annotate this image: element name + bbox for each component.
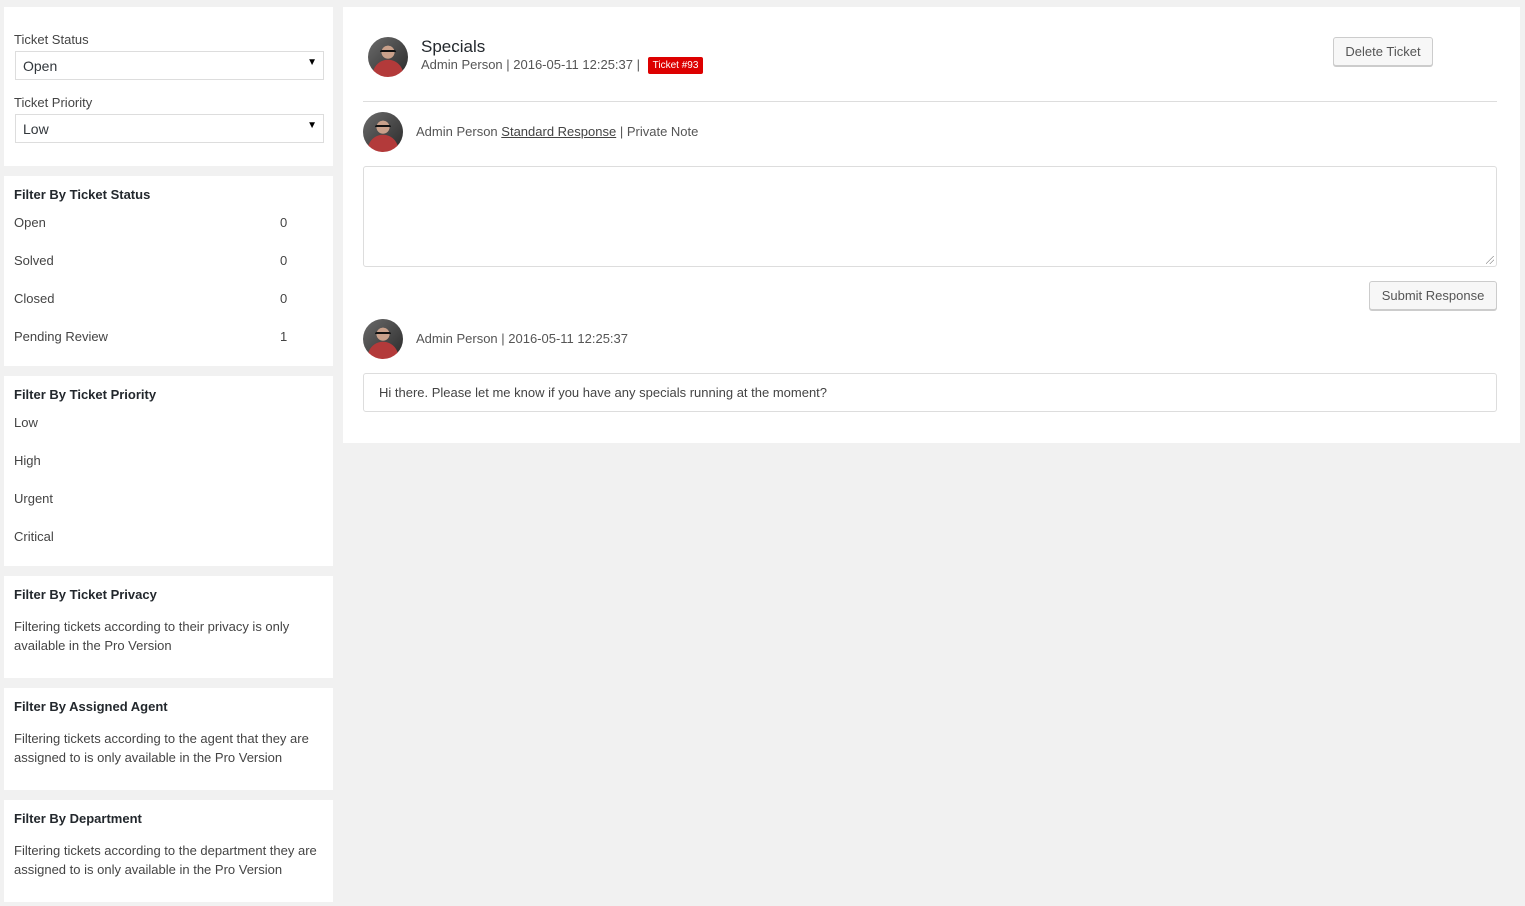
filter-status-item-open[interactable]: Open 0: [14, 215, 314, 230]
message-meta: Admin Person | 2016-05-11 12:25:37: [416, 331, 628, 346]
filter-priority-item-low[interactable]: Low: [14, 415, 314, 430]
ticket-priority-select[interactable]: Low ▼: [15, 114, 324, 143]
filter-status-count: 0: [280, 253, 288, 268]
separator: |: [619, 124, 624, 139]
filter-privacy-panel: Filter By Ticket Privacy Filtering ticke…: [4, 576, 333, 678]
filter-status-title: Filter By Ticket Status: [14, 187, 151, 202]
triangle-down-icon: ▼: [307, 120, 317, 131]
filter-status-count: 0: [280, 291, 288, 306]
ticket-status-select[interactable]: Open ▼: [15, 51, 324, 80]
message-body: Hi there. Please let me know if you have…: [363, 373, 1497, 412]
filter-department-title: Filter By Department: [14, 811, 142, 826]
response-author: Admin Person: [416, 124, 498, 139]
filter-status-label: Closed: [14, 291, 55, 306]
delete-ticket-button[interactable]: Delete Ticket: [1333, 37, 1433, 66]
filter-agent-panel: Filter By Assigned Agent Filtering ticke…: [4, 688, 333, 790]
resize-grip-icon[interactable]: [1486, 256, 1494, 264]
response-header: Admin Person Standard Response | Private…: [416, 124, 698, 139]
ticket-meta-text: Admin Person | 2016-05-11 12:25:37 |: [421, 57, 640, 72]
filter-status-label: Solved: [14, 253, 54, 268]
filter-status-count: 1: [280, 329, 288, 344]
filter-status-label: Open: [14, 215, 46, 230]
ticket-priority-label: Ticket Priority: [14, 95, 93, 110]
avatar: [363, 112, 403, 152]
filter-status-item-solved[interactable]: Solved 0: [14, 253, 314, 268]
ticket-meta: Admin Person | 2016-05-11 12:25:37 | Tic…: [421, 57, 704, 74]
ticket-priority-value: Low: [23, 121, 49, 137]
filter-agent-title: Filter By Assigned Agent: [14, 699, 168, 714]
filter-priority-item-urgent[interactable]: Urgent: [14, 491, 314, 506]
ticket-detail-panel: Specials Admin Person | 2016-05-11 12:25…: [343, 7, 1520, 443]
filter-status-label: Pending Review: [14, 329, 108, 344]
avatar: [368, 37, 408, 77]
ticket-status-value: Open: [23, 58, 58, 74]
ticket-number-badge: Ticket #93: [647, 57, 704, 74]
avatar: [363, 319, 403, 359]
ticket-title: Specials: [421, 37, 486, 56]
filter-priority-title: Filter By Ticket Priority: [14, 387, 157, 402]
filter-department-panel: Filter By Department Filtering tickets a…: [4, 800, 333, 902]
filter-status-count: 0: [280, 215, 288, 230]
filter-department-note: Filtering tickets according to the depar…: [14, 843, 317, 877]
filter-privacy-note: Filtering tickets according to their pri…: [14, 619, 290, 653]
filter-agent-note: Filtering tickets according to the agent…: [14, 731, 309, 765]
private-note-link[interactable]: Private Note: [627, 124, 699, 139]
filter-status-panel: Filter By Ticket Status Open 0 Solved 0 …: [4, 176, 333, 366]
filter-priority-item-critical[interactable]: Critical: [14, 529, 314, 544]
filter-priority-panel: Filter By Ticket Priority Low High Urgen…: [4, 376, 333, 566]
filter-status-item-closed[interactable]: Closed 0: [14, 291, 314, 306]
filter-priority-item-high[interactable]: High: [14, 453, 314, 468]
filter-status-item-pending-review[interactable]: Pending Review 1: [14, 329, 314, 344]
divider: [363, 101, 1497, 102]
standard-response-link[interactable]: Standard Response: [501, 124, 616, 139]
filter-privacy-title: Filter By Ticket Privacy: [14, 587, 157, 602]
triangle-down-icon: ▼: [307, 57, 317, 68]
submit-response-button[interactable]: Submit Response: [1369, 281, 1497, 310]
response-textarea[interactable]: [363, 166, 1497, 267]
ticket-status-label: Ticket Status: [14, 32, 89, 47]
ticket-settings-panel: Ticket Status Open ▼ Ticket Priority Low…: [4, 7, 333, 166]
